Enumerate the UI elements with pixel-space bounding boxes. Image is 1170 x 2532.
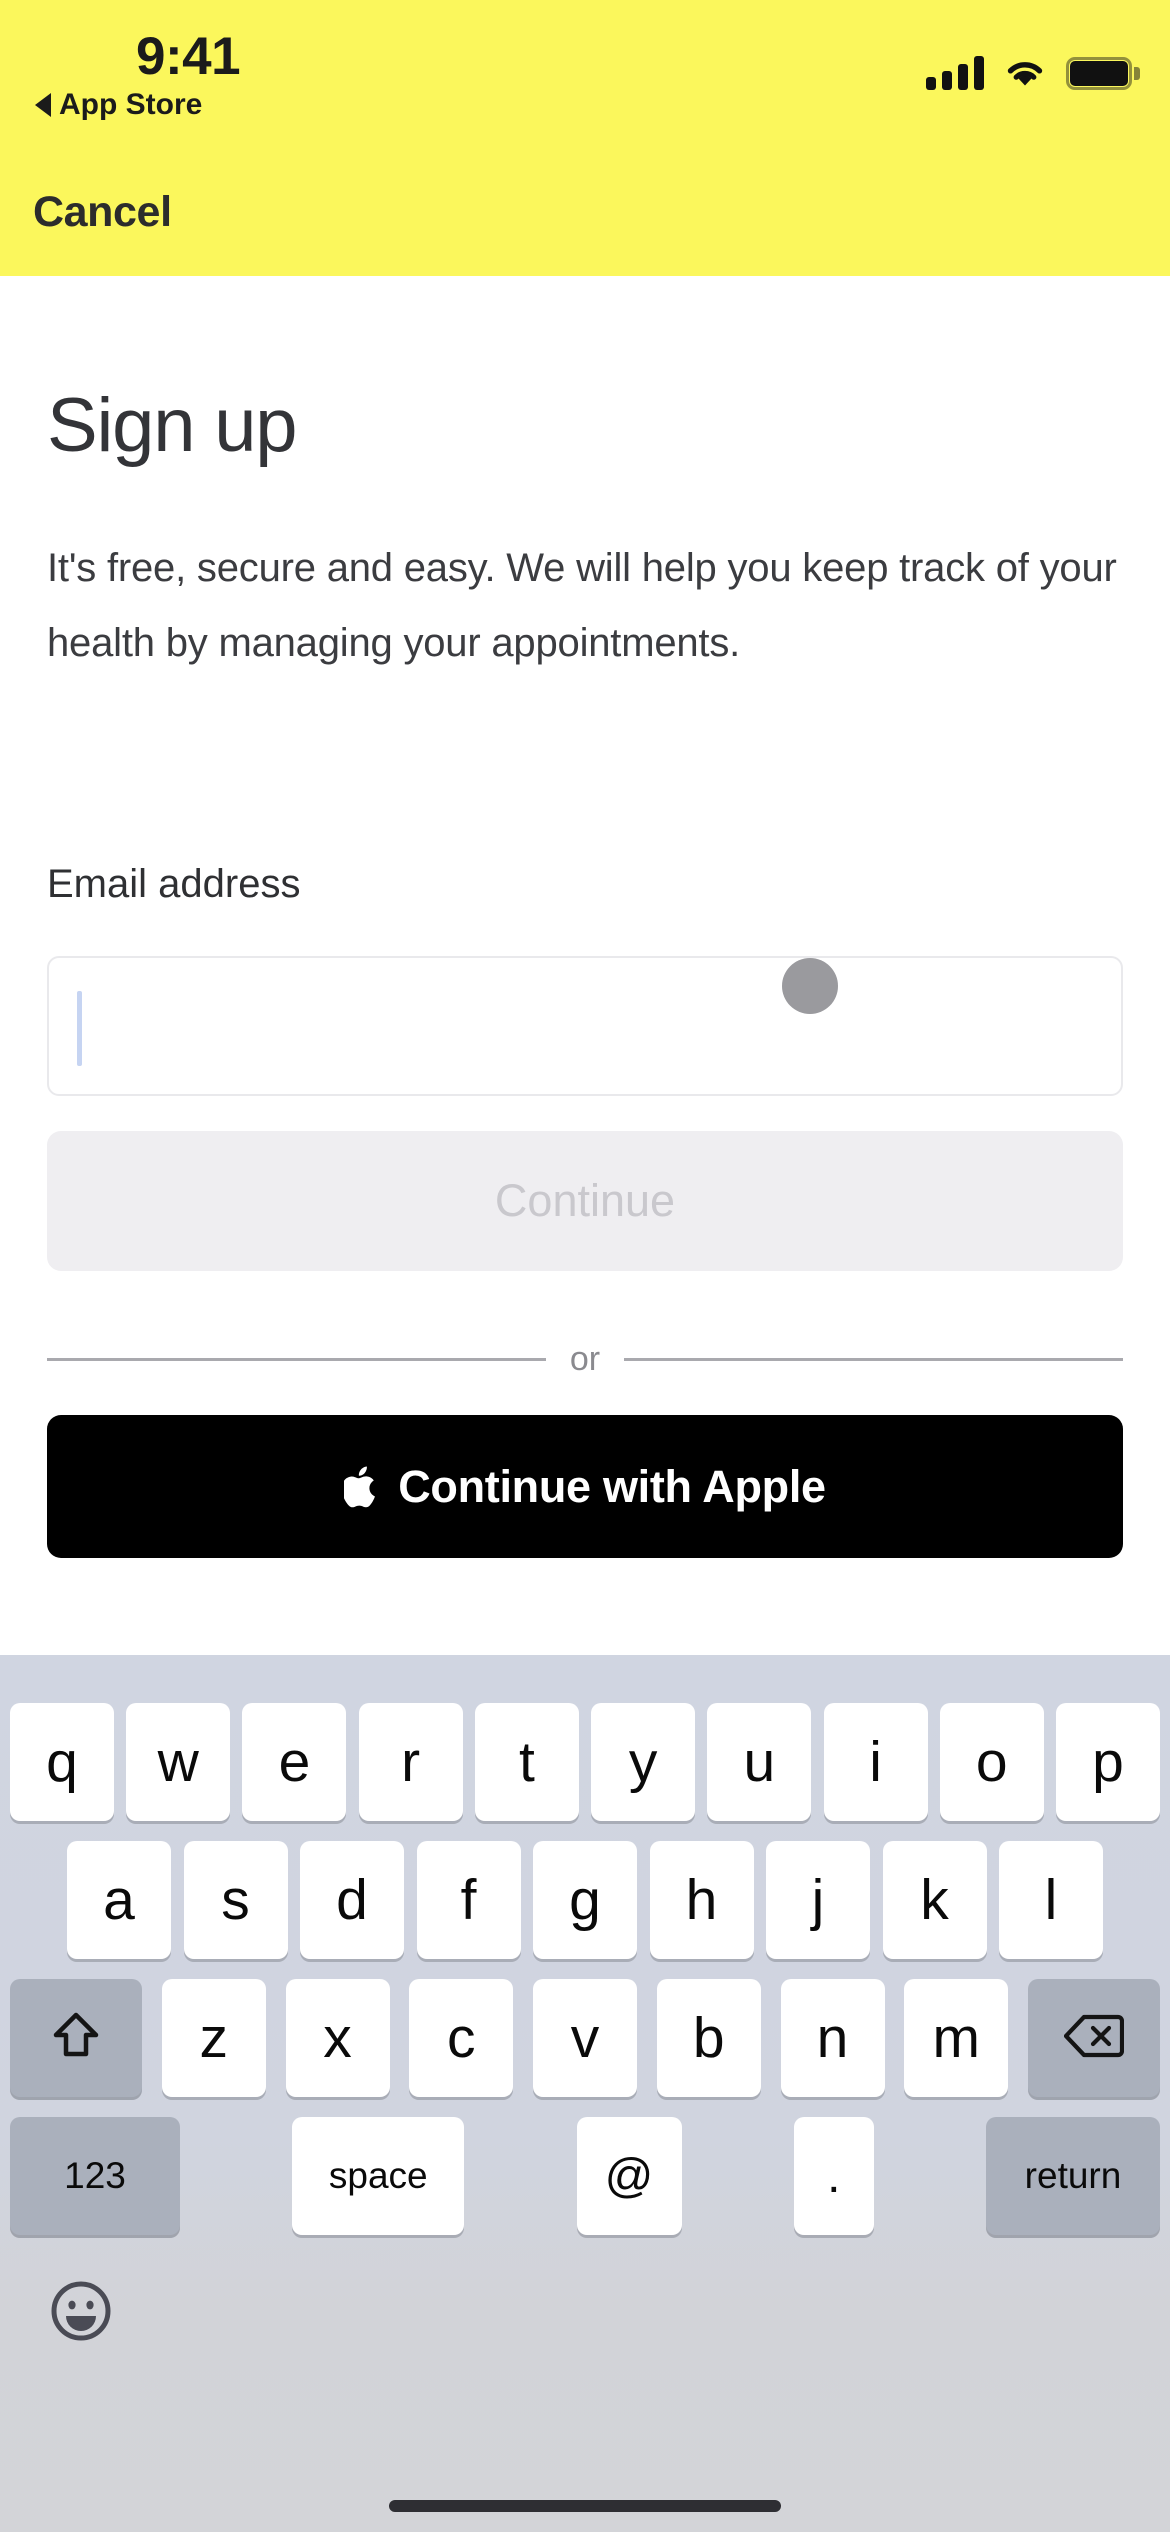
cellular-signal-icon bbox=[926, 56, 984, 90]
touch-pointer-dot bbox=[782, 958, 838, 1014]
key-h[interactable]: h bbox=[649, 1841, 754, 1959]
key-y[interactable]: y bbox=[591, 1703, 696, 1821]
divider-line-right bbox=[624, 1357, 1124, 1361]
space-key[interactable]: space bbox=[292, 2117, 465, 2235]
status-bar-indicators bbox=[926, 44, 1140, 90]
triangle-left-icon bbox=[35, 93, 51, 117]
battery-full-icon bbox=[1066, 57, 1140, 90]
onscreen-keyboard: q w e r t y u i o p a s d f g h j k l z … bbox=[0, 1655, 1170, 2532]
keyboard-row-2: a s d f g h j k l bbox=[0, 1841, 1170, 1959]
back-label: App Store bbox=[59, 88, 203, 121]
status-bar: 9:41 App Store bbox=[0, 0, 1170, 150]
keyboard-row-1: q w e r t y u i o p bbox=[0, 1703, 1170, 1821]
shift-key[interactable] bbox=[10, 1979, 142, 2097]
signup-content: Sign up It's free, secure and easy. We w… bbox=[0, 276, 1170, 1655]
continue-with-apple-button[interactable]: Continue with Apple bbox=[47, 1415, 1123, 1558]
key-o[interactable]: o bbox=[939, 1703, 1044, 1821]
cancel-button[interactable]: Cancel bbox=[33, 188, 172, 237]
period-key[interactable]: . bbox=[793, 2117, 874, 2235]
keyboard-row-3: z x c v b n m bbox=[0, 1979, 1170, 2097]
key-e[interactable]: e bbox=[242, 1703, 347, 1821]
page-title: Sign up bbox=[47, 383, 298, 468]
delete-key[interactable] bbox=[1028, 1979, 1160, 2097]
yellow-header-bar: 9:41 App Store Cancel bbox=[0, 0, 1170, 276]
key-p[interactable]: p bbox=[1055, 1703, 1160, 1821]
email-input[interactable] bbox=[47, 956, 1123, 1096]
backspace-delete-icon bbox=[1063, 2013, 1125, 2064]
key-s[interactable]: s bbox=[183, 1841, 288, 1959]
numbers-key[interactable]: 123 bbox=[10, 2117, 180, 2235]
wifi-icon bbox=[1002, 56, 1048, 90]
back-to-app-store-button[interactable]: App Store bbox=[35, 88, 202, 122]
key-m[interactable]: m bbox=[904, 1979, 1009, 2097]
key-d[interactable]: d bbox=[300, 1841, 404, 1959]
key-q[interactable]: q bbox=[10, 1703, 114, 1821]
key-v[interactable]: v bbox=[533, 1979, 637, 2097]
key-r[interactable]: r bbox=[358, 1703, 463, 1821]
key-w[interactable]: w bbox=[126, 1703, 231, 1821]
apple-button-label: Continue with Apple bbox=[398, 1460, 826, 1512]
key-f[interactable]: f bbox=[416, 1841, 521, 1959]
key-b[interactable]: b bbox=[656, 1979, 761, 2097]
page-subtitle: It's free, secure and easy. We will help… bbox=[47, 546, 1117, 665]
key-u[interactable]: u bbox=[707, 1703, 812, 1821]
email-field-label: Email address bbox=[47, 862, 301, 906]
continue-button[interactable]: Continue bbox=[47, 1131, 1123, 1271]
key-g[interactable]: g bbox=[533, 1841, 637, 1959]
key-l[interactable]: l bbox=[999, 1841, 1103, 1959]
emoji-key[interactable] bbox=[50, 2280, 112, 2342]
emoji-smiley-icon bbox=[50, 2281, 112, 2346]
key-c[interactable]: c bbox=[409, 1979, 514, 2097]
divider-line-left bbox=[47, 1357, 546, 1361]
key-t[interactable]: t bbox=[474, 1703, 579, 1821]
home-indicator-bar bbox=[389, 2500, 781, 2512]
apple-logo-icon bbox=[341, 1465, 380, 1509]
key-z[interactable]: z bbox=[161, 1979, 266, 2097]
divider-or: or bbox=[47, 1338, 1124, 1380]
status-bar-clock: 9:41 bbox=[136, 27, 241, 86]
keyboard-row-4: 123 space @ . return bbox=[0, 2117, 1170, 2235]
key-a[interactable]: a bbox=[67, 1841, 171, 1959]
return-key[interactable]: return bbox=[986, 2117, 1160, 2235]
at-key[interactable]: @ bbox=[576, 2117, 682, 2235]
key-i[interactable]: i bbox=[823, 1703, 928, 1821]
shift-arrow-up-icon bbox=[52, 2010, 100, 2067]
key-n[interactable]: n bbox=[780, 1979, 885, 2097]
text-caret bbox=[77, 991, 82, 1066]
key-k[interactable]: k bbox=[882, 1841, 987, 1959]
key-x[interactable]: x bbox=[285, 1979, 390, 2097]
divider-label: or bbox=[569, 1339, 601, 1378]
key-j[interactable]: j bbox=[766, 1841, 870, 1959]
